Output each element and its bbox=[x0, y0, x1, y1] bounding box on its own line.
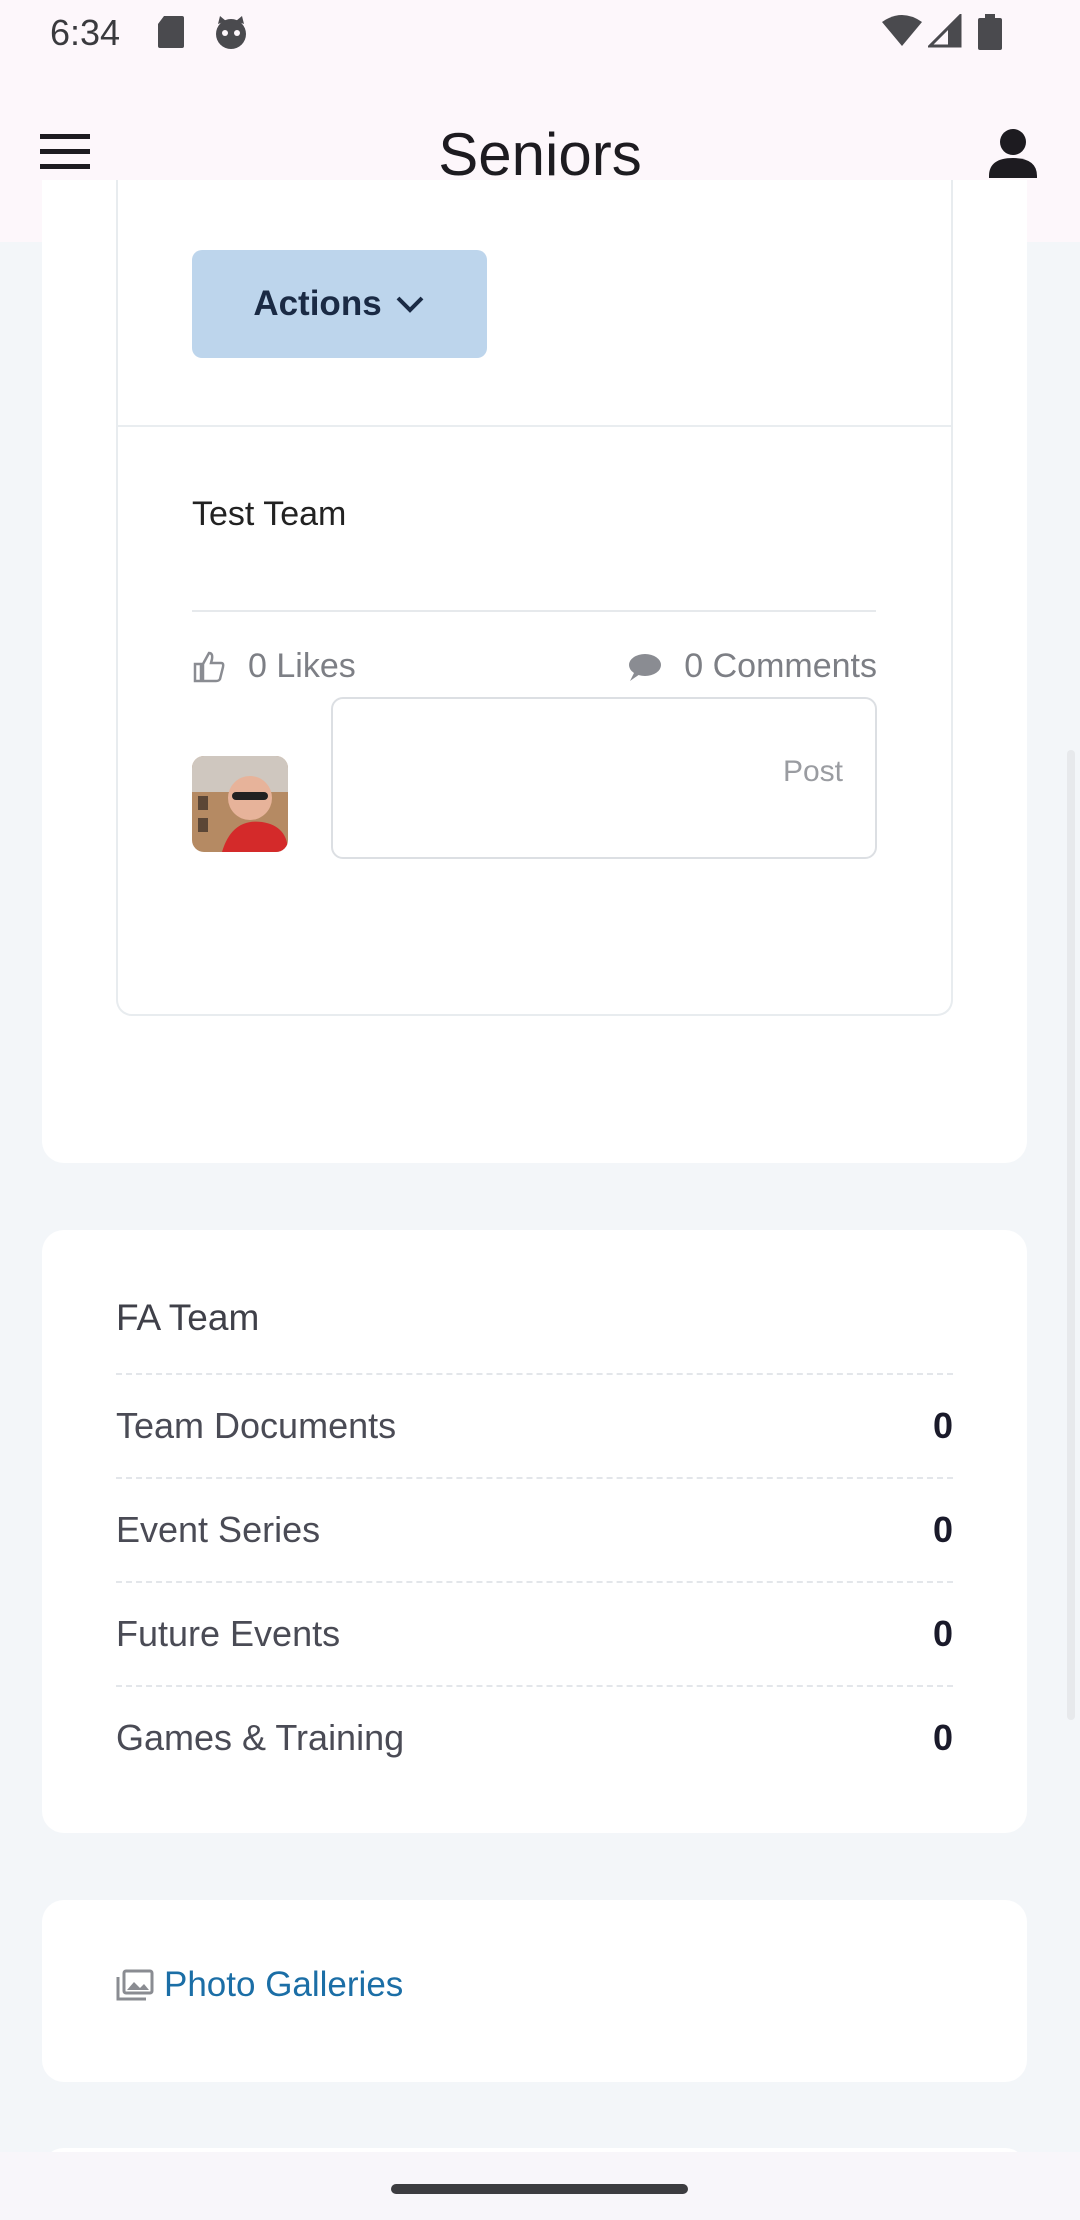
battery-icon bbox=[978, 14, 1002, 50]
row-count: 0 bbox=[932, 1509, 953, 1550]
team-documents-row[interactable]: Team Documents 0 bbox=[116, 1373, 953, 1477]
comments-button[interactable]: 0 Comments bbox=[626, 647, 877, 686]
row-count: 0 bbox=[932, 1717, 953, 1758]
navigation-bar bbox=[0, 2152, 1080, 2220]
photo-galleries-link[interactable]: Photo Galleries bbox=[116, 1965, 403, 2005]
actions-button[interactable]: Actions bbox=[192, 250, 487, 358]
home-gesture-handle[interactable] bbox=[391, 2184, 688, 2194]
comment-icon bbox=[629, 653, 662, 681]
row-count: 0 bbox=[932, 1613, 953, 1654]
row-label: Future Events bbox=[116, 1613, 341, 1654]
page-title: Seniors bbox=[438, 121, 642, 188]
post-card: Actions Test Team 0 Likes 0 Comments Pos… bbox=[42, 180, 1027, 1163]
likes-count: 0 Likes bbox=[248, 647, 356, 685]
gallery-icon bbox=[116, 1969, 154, 2001]
signal-icon bbox=[928, 14, 962, 48]
divider bbox=[118, 425, 951, 427]
team-card: FA Team Team Documents 0 Event Series 0 … bbox=[42, 1230, 1027, 1833]
actions-label: Actions bbox=[253, 284, 382, 323]
post-text: Test Team bbox=[192, 495, 347, 533]
sd-card-icon bbox=[158, 16, 184, 48]
games-training-row[interactable]: Games & Training 0 bbox=[116, 1685, 953, 1789]
status-bar: 6:34 bbox=[0, 0, 1080, 62]
post-container: Actions Test Team 0 Likes 0 Comments Pos… bbox=[116, 180, 953, 1016]
post-comment-button[interactable]: Post bbox=[783, 755, 843, 789]
comment-input[interactable]: Post bbox=[331, 697, 877, 859]
wifi-icon bbox=[882, 15, 922, 46]
divider bbox=[192, 610, 876, 612]
like-button[interactable]: 0 Likes bbox=[192, 647, 356, 686]
photo-galleries-label: Photo Galleries bbox=[164, 1965, 404, 2004]
event-series-row[interactable]: Event Series 0 bbox=[116, 1477, 953, 1581]
chevron-down-icon bbox=[396, 296, 424, 313]
comments-count: 0 Comments bbox=[684, 647, 877, 685]
future-events-row[interactable]: Future Events 0 bbox=[116, 1581, 953, 1685]
thumb-up-icon bbox=[193, 651, 225, 682]
row-label: Games & Training bbox=[116, 1717, 405, 1758]
status-time: 6:34 bbox=[50, 12, 121, 53]
avatar bbox=[192, 756, 288, 852]
row-label: Team Documents bbox=[116, 1405, 397, 1446]
gallery-card: Photo Galleries bbox=[42, 1900, 1027, 2082]
row-label: Event Series bbox=[116, 1509, 321, 1550]
scrollbar[interactable] bbox=[1067, 750, 1075, 1720]
row-count: 0 bbox=[932, 1405, 953, 1446]
team-title: FA Team bbox=[116, 1297, 260, 1338]
cat-icon bbox=[216, 16, 246, 49]
